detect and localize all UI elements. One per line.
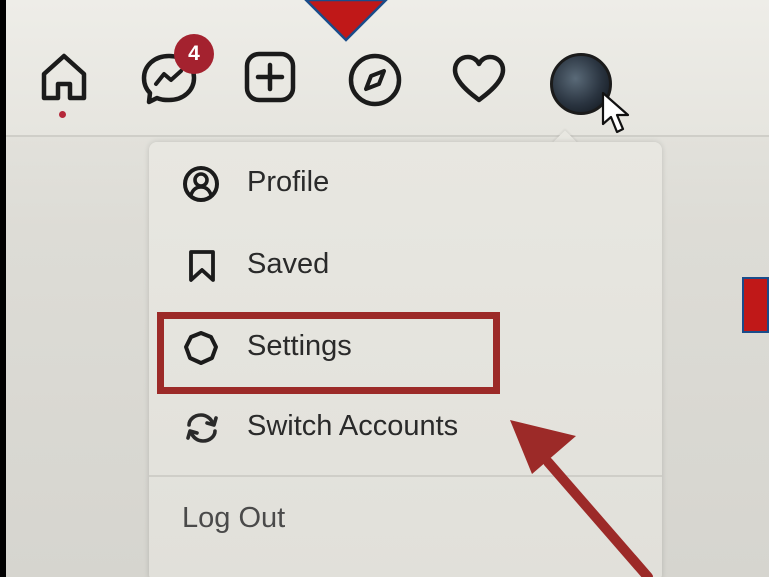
annotation-arrow bbox=[510, 420, 653, 577]
